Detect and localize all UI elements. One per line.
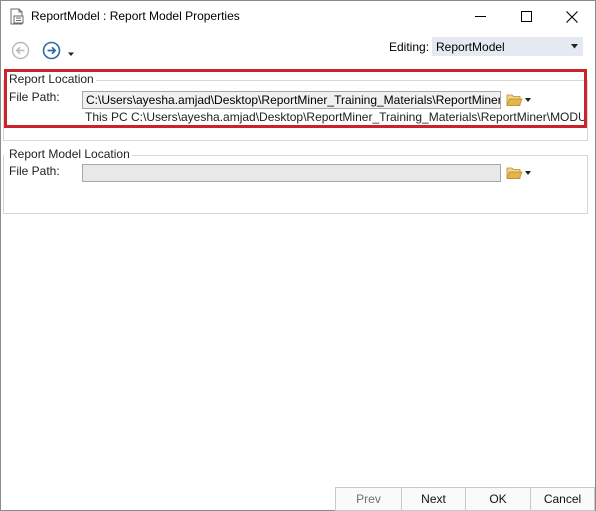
minimize-icon xyxy=(474,16,486,17)
prev-button[interactable]: Prev xyxy=(335,487,401,511)
model-file-path-label: File Path: xyxy=(9,164,60,178)
next-button[interactable]: Next xyxy=(401,487,465,511)
footer-buttons: Prev Next OK Cancel xyxy=(335,487,595,511)
toolbar: Editing: ReportModel xyxy=(1,32,595,68)
model-file-path-input[interactable] xyxy=(82,164,501,182)
back-arrow-icon[interactable] xyxy=(11,41,30,60)
close-button[interactable] xyxy=(549,1,595,32)
model-browse-button[interactable] xyxy=(506,164,534,182)
report-model-location-title: Report Model Location xyxy=(9,147,132,161)
report-model-properties-window: ReportModel : Report Model Properties Ed… xyxy=(0,0,596,511)
minimize-button[interactable] xyxy=(457,1,503,32)
highlight-annotation xyxy=(4,69,587,128)
chevron-down-icon xyxy=(571,44,578,49)
folder-icon xyxy=(506,167,523,179)
chevron-down-icon xyxy=(525,171,531,175)
history-dropdown-icon[interactable] xyxy=(67,47,75,56)
close-icon xyxy=(566,10,578,23)
maximize-button[interactable] xyxy=(503,1,549,32)
window-title: ReportModel : Report Model Properties xyxy=(31,9,240,23)
editing-select[interactable]: ReportModel xyxy=(432,37,583,56)
ok-button[interactable]: OK xyxy=(465,487,530,511)
maximize-icon xyxy=(520,11,532,22)
report-model-icon xyxy=(9,8,25,25)
report-model-location-group: Report Model Location File Path: xyxy=(3,147,588,214)
forward-arrow-icon[interactable] xyxy=(42,41,61,60)
editing-select-value: ReportModel xyxy=(436,40,505,54)
title-bar: ReportModel : Report Model Properties xyxy=(1,1,595,32)
editing-label: Editing: xyxy=(389,40,430,54)
cancel-button[interactable]: Cancel xyxy=(530,487,595,511)
